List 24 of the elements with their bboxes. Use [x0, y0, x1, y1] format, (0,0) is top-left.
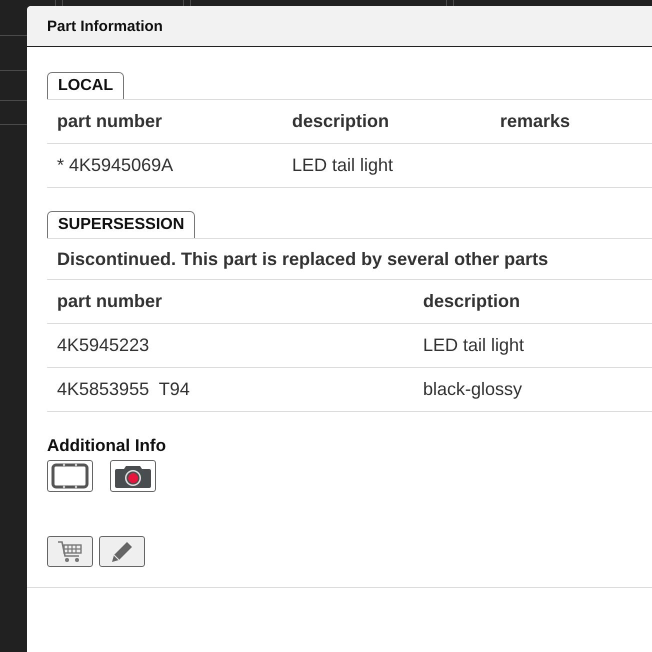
column-header: description — [282, 100, 490, 144]
table-cell: 4K5945223 — [47, 324, 413, 368]
table-cell: LED tail light — [413, 324, 652, 368]
section-label: LOCAL — [47, 72, 124, 99]
table-cell: 4K5853955 T94 — [47, 368, 413, 412]
section-label: SUPERSESSION — [47, 211, 196, 238]
edit-button[interactable] — [99, 536, 145, 567]
column-header: part number — [47, 100, 282, 144]
section-heading: Additional Info — [47, 436, 166, 456]
cart-icon — [57, 540, 83, 564]
status-message: Discontinued. This part is replaced by several other parts — [47, 238, 652, 280]
dialog-title: Part Information — [47, 18, 163, 34]
frame-icon — [51, 463, 89, 489]
cart-button[interactable] — [47, 536, 93, 567]
camera-button[interactable] — [110, 460, 156, 492]
table-cell: * 4K5945069A — [47, 144, 282, 188]
frame-button[interactable] — [47, 460, 93, 492]
camera-icon — [114, 463, 152, 489]
table-cell: LED tail light — [282, 144, 490, 188]
table-cell: black-glossy — [413, 368, 652, 412]
column-header: remarks — [490, 100, 652, 144]
column-header: description — [413, 280, 652, 324]
pencil-icon — [110, 540, 134, 564]
column-header: part number — [47, 280, 413, 324]
